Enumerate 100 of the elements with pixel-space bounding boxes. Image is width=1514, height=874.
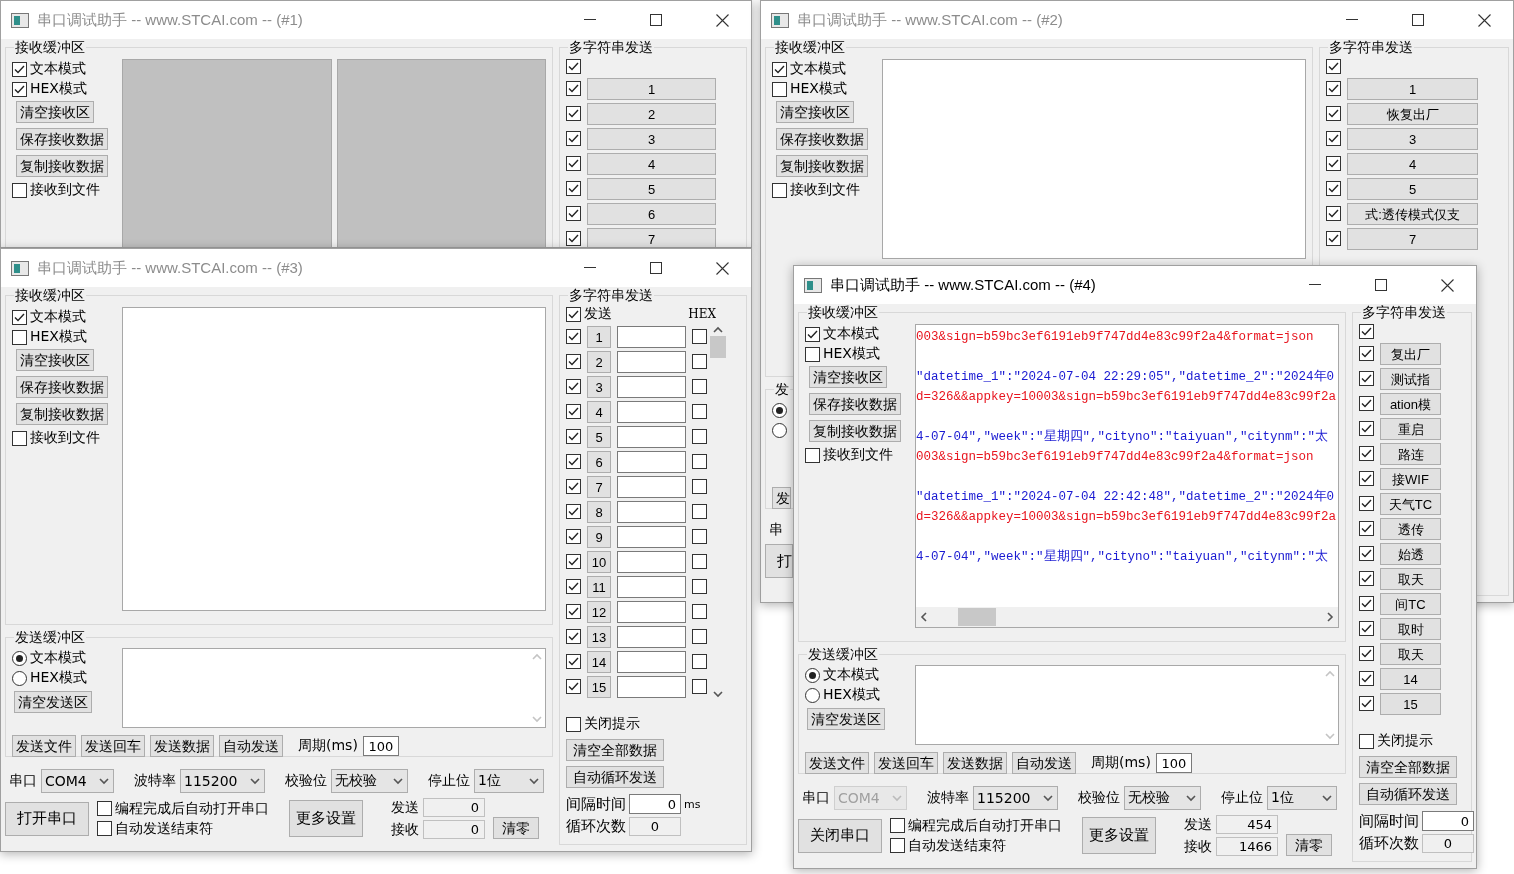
string-input[interactable] [617, 626, 686, 648]
row-enable-checkbox[interactable] [1359, 493, 1374, 513]
row-enable-checkbox[interactable] [566, 351, 581, 371]
period-field[interactable]: 100 [362, 736, 399, 756]
mode-checkbox[interactable]: HEX模式 [12, 79, 87, 99]
send-string-button[interactable]: 7 [587, 228, 716, 247]
string-input[interactable] [617, 426, 686, 448]
row-enable-checkbox[interactable] [1326, 153, 1341, 173]
string-input[interactable] [617, 376, 686, 398]
port-setting-select[interactable]: 115200 [973, 786, 1058, 810]
send-string-button[interactable]: 重启 [1380, 418, 1441, 440]
send-string-button[interactable]: ation模 [1380, 393, 1441, 415]
port-setting-select[interactable]: COM4 [41, 769, 114, 793]
send-string-button[interactable]: 7 [1347, 228, 1478, 250]
send-string-button[interactable]: 9 [587, 526, 611, 548]
row-enable-checkbox[interactable] [1359, 443, 1374, 463]
row-enable-checkbox[interactable] [1359, 618, 1374, 638]
open-port-button[interactable]: 关闭串口 [798, 818, 882, 853]
row-enable-checkbox[interactable] [1359, 343, 1374, 363]
mode-checkbox[interactable]: 文本模式 [805, 324, 879, 344]
receive-action-button[interactable]: 复制接收数据 [16, 155, 108, 177]
row-enable-checkbox[interactable] [566, 426, 581, 446]
mode-checkbox[interactable]: HEX模式 [772, 79, 847, 99]
row-enable-checkbox[interactable] [566, 128, 581, 148]
port-setting-select[interactable]: 1位 [474, 769, 544, 793]
period-field[interactable]: 100 [1155, 753, 1192, 773]
row-enable-checkbox[interactable] [1359, 418, 1374, 438]
row-enable-checkbox[interactable] [566, 78, 581, 98]
receive-action-button[interactable]: 复制接收数据 [16, 403, 108, 425]
send-action-button[interactable]: 发送文件 [12, 735, 76, 757]
string-input[interactable] [617, 451, 686, 473]
select-all-checkbox[interactable] [566, 56, 581, 76]
select-all-checkbox[interactable] [1359, 321, 1374, 341]
send-string-button[interactable]: 2 [587, 103, 716, 125]
port-option-checkbox[interactable]: 自动发送结束符 [97, 818, 213, 839]
more-settings-button[interactable]: 更多设置 [289, 800, 363, 837]
send-string-button[interactable]: 式:透传模式仅支 [1347, 203, 1478, 225]
select-all-checkbox[interactable]: 发送 [566, 304, 612, 324]
send-string-button[interactable]: 透传 [1380, 518, 1441, 540]
open-port-button[interactable]: 打 [765, 544, 793, 578]
send-string-button[interactable]: 间TC [1380, 593, 1441, 615]
send-string-button[interactable]: 8 [587, 501, 611, 523]
send-string-button[interactable]: 1 [587, 326, 611, 348]
send-string-button[interactable]: 11 [587, 576, 611, 598]
send-string-button[interactable]: 5 [587, 178, 716, 200]
row-enable-checkbox[interactable] [566, 103, 581, 123]
send-string-button[interactable]: 2 [587, 351, 611, 373]
send-action-button[interactable]: 发送数据 [150, 735, 214, 757]
receive-to-file-checkbox[interactable]: 接收到文件 [12, 428, 100, 448]
row-enable-checkbox[interactable] [566, 626, 581, 646]
port-setting-select[interactable]: 无校验 [331, 769, 408, 793]
mode-checkbox[interactable]: HEX模式 [805, 344, 880, 364]
port-setting-select[interactable]: 无校验 [1124, 786, 1201, 810]
receive-action-button[interactable]: 清空接收区 [776, 101, 854, 123]
port-setting-select[interactable]: 1位 [1267, 786, 1337, 810]
loop-count-field[interactable]: 0 [629, 817, 681, 836]
string-input[interactable] [617, 351, 686, 373]
send-string-button[interactable]: 14 [587, 651, 611, 673]
mode-checkbox[interactable]: 文本模式 [12, 307, 86, 327]
loop-count-field[interactable]: 0 [1422, 834, 1474, 853]
row-enable-checkbox[interactable] [566, 376, 581, 396]
row-enable-checkbox[interactable] [566, 501, 581, 521]
row-enable-checkbox[interactable] [1359, 468, 1374, 488]
port-option-checkbox[interactable]: 编程完成后自动打开串口 [890, 815, 1062, 836]
row-enable-checkbox[interactable] [1326, 78, 1341, 98]
send-action-button[interactable]: 发送数据 [943, 752, 1007, 774]
send-string-button[interactable]: 10 [587, 551, 611, 573]
send-string-button[interactable]: 15 [587, 676, 611, 698]
port-setting-select[interactable]: 115200 [180, 769, 265, 793]
send-string-button[interactable]: 复出厂 [1380, 343, 1441, 365]
send-string-button[interactable]: 13 [587, 626, 611, 648]
receive-action-button[interactable]: 保存接收数据 [809, 393, 901, 415]
send-string-button[interactable]: 5 [1347, 178, 1478, 200]
send-string-button[interactable]: 取时 [1380, 618, 1441, 640]
receive-action-button[interactable]: 清空接收区 [16, 101, 94, 123]
mode-checkbox[interactable]: HEX模式 [12, 327, 87, 347]
interval-field[interactable]: 0 [1422, 811, 1474, 831]
receive-action-button[interactable]: 保存接收数据 [776, 128, 868, 150]
row-enable-checkbox[interactable] [1359, 518, 1374, 538]
hex-checkbox[interactable] [692, 551, 707, 571]
hex-checkbox[interactable] [692, 676, 707, 696]
send-string-button[interactable]: 测试指 [1380, 368, 1441, 390]
send-string-button[interactable]: 路连 [1380, 443, 1441, 465]
hex-checkbox[interactable] [692, 451, 707, 471]
hex-checkbox[interactable] [692, 526, 707, 546]
string-input[interactable] [617, 576, 686, 598]
send-string-button[interactable]: 4 [1347, 153, 1478, 175]
receive-to-file-checkbox[interactable]: 接收到文件 [772, 180, 860, 200]
send-action-button[interactable]: 自动发送 [219, 735, 283, 757]
hex-checkbox[interactable] [692, 626, 707, 646]
receive-action-button[interactable]: 清空接收区 [809, 366, 887, 388]
hex-checkbox[interactable] [692, 401, 707, 421]
multi-action-button[interactable]: 清空全部数据 [566, 739, 664, 761]
string-input[interactable] [617, 476, 686, 498]
row-enable-checkbox[interactable] [566, 451, 581, 471]
horizontal-scrollbar[interactable] [916, 607, 1338, 627]
hex-checkbox[interactable] [692, 601, 707, 621]
multi-action-button[interactable]: 清空全部数据 [1359, 756, 1457, 778]
receive-action-button[interactable]: 保存接收数据 [16, 376, 108, 398]
send-string-button[interactable]: 3 [1347, 128, 1478, 150]
